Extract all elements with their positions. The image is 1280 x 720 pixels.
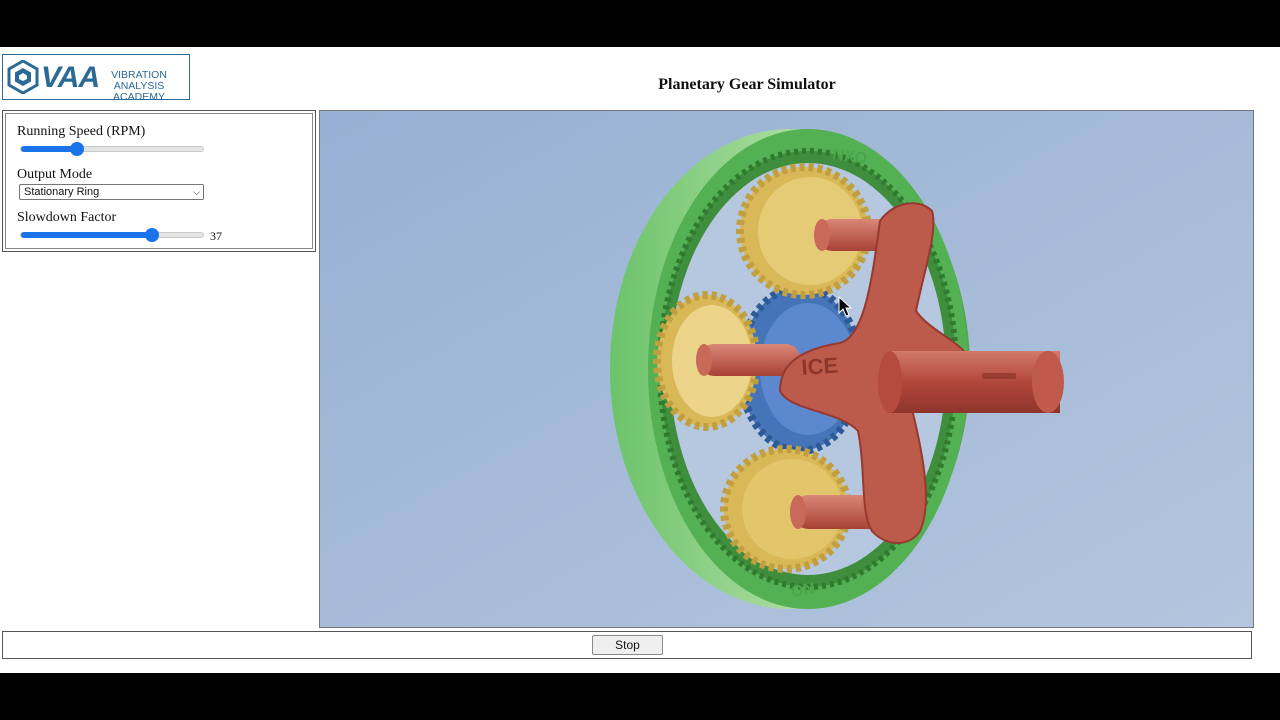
stop-button[interactable]: Stop xyxy=(592,635,663,655)
running-speed-label: Running Speed (RPM) xyxy=(17,124,146,139)
slowdown-factor-value: 37 xyxy=(210,229,222,243)
slowdown-factor-slider-fill xyxy=(21,232,153,238)
planetary-gear-render: NXO ON ICE xyxy=(320,111,1253,627)
logo-line-1: VIBRATION ANALYSIS xyxy=(111,69,167,92)
running-speed-slider-fill xyxy=(21,146,78,152)
logo-line-2: ACADEMY xyxy=(113,91,165,103)
output-mode-value: Stationary Ring xyxy=(24,186,100,198)
running-speed-slider[interactable] xyxy=(20,142,204,156)
slowdown-factor-label: Slowdown Factor xyxy=(17,210,117,225)
page: VAA VIBRATION ANALYSIS ACADEMY Planetary… xyxy=(0,47,1280,673)
controls-panel: Running Speed (RPM) Output Mode Stationa… xyxy=(2,110,316,252)
output-shaft xyxy=(878,351,1064,413)
output-mode-select[interactable]: Stationary Ring ⌵ xyxy=(19,184,204,200)
logo-subtitle: VIBRATION ANALYSIS ACADEMY xyxy=(89,70,189,103)
page-title: Planetary Gear Simulator xyxy=(658,76,836,93)
slowdown-factor-slider[interactable] xyxy=(20,228,204,242)
chevron-down-icon: ⌵ xyxy=(193,187,200,197)
bottom-control-bar: Stop xyxy=(2,631,1252,659)
slowdown-factor-slider-thumb[interactable] xyxy=(145,228,160,242)
vaa-logo[interactable]: VAA VIBRATION ANALYSIS ACADEMY xyxy=(2,54,190,103)
carrier-marking: ICE xyxy=(801,352,839,379)
output-mode-label: Output Mode xyxy=(17,167,93,182)
vaa-hexagon-icon xyxy=(7,60,39,94)
simulation-canvas[interactable]: NXO ON ICE xyxy=(319,110,1254,628)
running-speed-slider-thumb[interactable] xyxy=(70,142,85,156)
controls-inner-border: Running Speed (RPM) Output Mode Stationa… xyxy=(5,113,313,249)
